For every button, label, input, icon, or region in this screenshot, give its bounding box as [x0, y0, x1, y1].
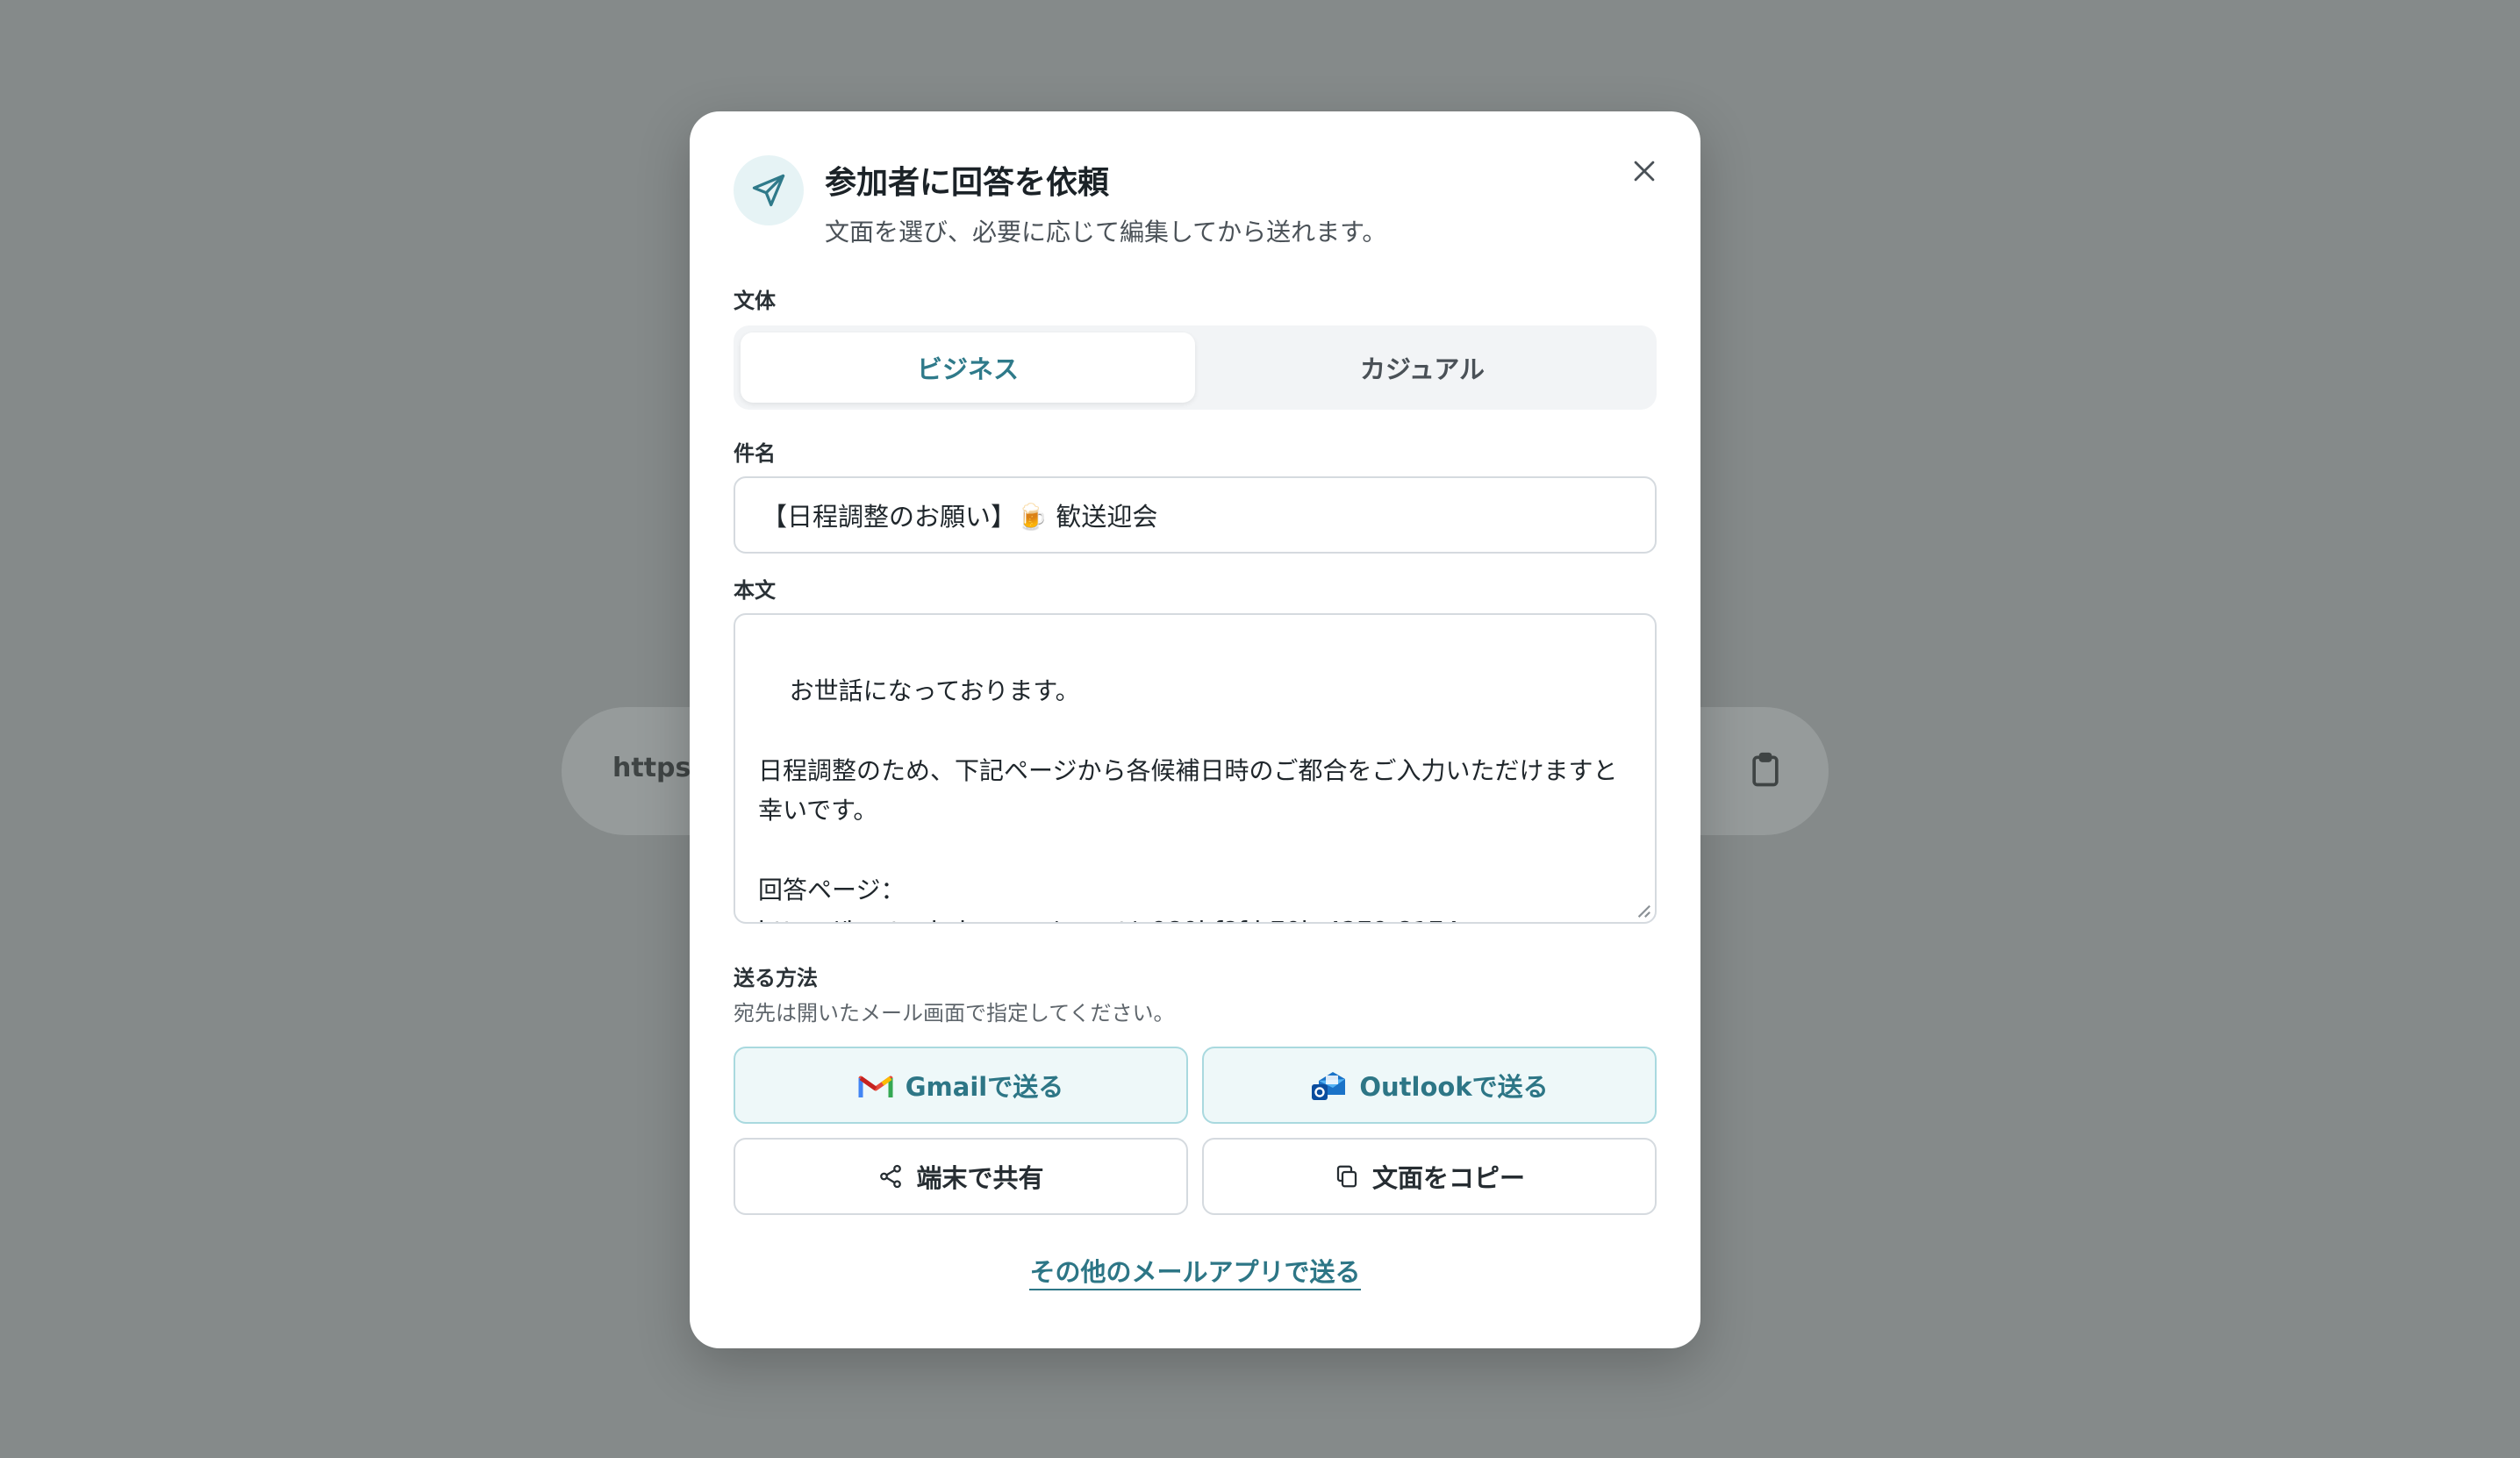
- modal-subtitle: 文面を選び、必要に応じて編集してから送れます。: [825, 218, 1387, 247]
- style-label: 文体: [734, 289, 776, 313]
- send-method-hint: 宛先は開いたメール画面で指定してください。: [734, 1001, 1175, 1026]
- copy-text-button[interactable]: 文面をコピー: [1202, 1138, 1657, 1215]
- body-text: お世話になっております。 日程調整のため、下記ページから各候補日時のご都合をご入…: [758, 675, 1618, 923]
- style-segmented-control: ビジネス カジュアル: [734, 325, 1657, 410]
- gmail-send-label: Gmailで送る: [905, 1072, 1064, 1102]
- close-icon: [1634, 161, 1655, 182]
- copy-icon: [1336, 1165, 1357, 1188]
- outlook-send-button[interactable]: Outlookで送る: [1202, 1047, 1657, 1124]
- gmail-send-button[interactable]: Gmailで送る: [734, 1047, 1188, 1124]
- style-option-business[interactable]: ビジネス: [741, 332, 1195, 403]
- gmail-icon: [858, 1076, 893, 1097]
- body-textarea[interactable]: お世話になっております。 日程調整のため、下記ページから各候補日時のご都合をご入…: [734, 613, 1657, 924]
- paper-plane-icon: [734, 155, 804, 225]
- copy-text-label: 文面をコピー: [1371, 1163, 1525, 1193]
- device-share-label: 端末で共有: [916, 1163, 1044, 1193]
- modal-title: 参加者に回答を依頼: [825, 165, 1110, 201]
- request-response-modal: 参加者に回答を依頼 文面を選び、必要に応じて編集してから送れます。 文体 ビジネ…: [690, 111, 1700, 1348]
- close-button[interactable]: [1625, 152, 1664, 190]
- style-option-casual[interactable]: カジュアル: [1195, 332, 1650, 403]
- body-label: 本文: [734, 578, 776, 603]
- subject-input[interactable]: 【日程調整のお願い】🍺 歓送迎会: [734, 476, 1657, 554]
- device-share-button[interactable]: 端末で共有: [734, 1138, 1188, 1215]
- share-icon: [880, 1164, 902, 1189]
- clipboard-icon: [1752, 752, 1779, 787]
- other-mail-app-link-container: その他のメールアプリで送る: [690, 1252, 1700, 1290]
- subject-label: 件名: [734, 441, 776, 466]
- other-mail-app-link[interactable]: その他のメールアプリで送る: [1029, 1257, 1361, 1290]
- resize-handle-icon[interactable]: [1636, 903, 1651, 918]
- outlook-icon: [1312, 1072, 1346, 1100]
- outlook-send-label: Outlookで送る: [1359, 1072, 1549, 1102]
- send-method-label: 送る方法: [734, 966, 818, 990]
